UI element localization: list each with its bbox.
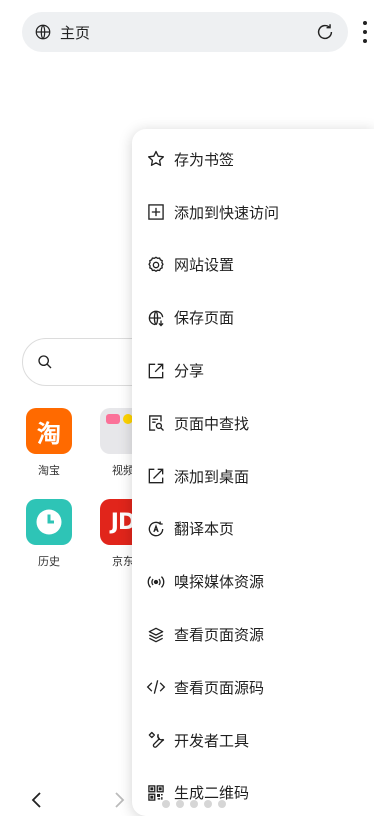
menu-item-developer-tools[interactable]: 开发者工具 — [132, 714, 374, 767]
menu-item-sniff-media[interactable]: 嗅探媒体资源 — [132, 555, 374, 608]
overflow-menu: 存为书签 添加到快速访问 网站设置 保存页面 分享 页面中查找 添加到桌面 翻译… — [132, 129, 374, 816]
globe-download-icon — [146, 308, 166, 328]
gear-icon — [146, 255, 166, 275]
page-title: 主页 — [60, 23, 91, 42]
forward-arrow-icon[interactable] — [112, 790, 126, 810]
menu-item-add-quick-access[interactable]: 添加到快速访问 — [132, 186, 374, 239]
code-icon — [146, 677, 166, 697]
globe-icon — [35, 24, 51, 40]
menu-item-translate[interactable]: 翻译本页 — [132, 503, 374, 556]
more-menu-button[interactable] — [360, 18, 370, 46]
translate-icon — [146, 519, 166, 539]
share-icon — [146, 361, 166, 381]
wrench-icon — [146, 730, 166, 750]
menu-item-view-source[interactable]: 查看页面源码 — [132, 661, 374, 714]
menu-item-view-resources[interactable]: 查看页面资源 — [132, 608, 374, 661]
menu-item-add-to-desktop[interactable]: 添加到桌面 — [132, 450, 374, 503]
reload-icon[interactable] — [314, 21, 336, 43]
star-icon — [146, 149, 166, 169]
back-arrow-icon[interactable] — [30, 790, 44, 810]
clock-icon — [26, 499, 72, 545]
shortcut-label: 历史 — [38, 555, 60, 568]
shortcut-history[interactable]: 历史 — [19, 499, 79, 569]
address-bar[interactable]: 主页 — [22, 12, 348, 52]
shortcut-taobao[interactable]: 淘 淘宝 — [19, 408, 79, 478]
plus-square-icon — [146, 202, 166, 222]
homepage-pager-dots — [162, 800, 226, 808]
menu-item-save-page[interactable]: 保存页面 — [132, 291, 374, 344]
sniff-media-icon — [146, 572, 166, 592]
menu-item-site-settings[interactable]: 网站设置 — [132, 239, 374, 292]
menu-item-find-in-page[interactable]: 页面中查找 — [132, 397, 374, 450]
search-icon — [38, 355, 52, 369]
taobao-logo: 淘 — [26, 408, 72, 454]
menu-item-bookmark[interactable]: 存为书签 — [132, 133, 374, 186]
layers-icon — [146, 625, 166, 645]
add-to-desktop-icon — [146, 466, 166, 486]
shortcut-label: 淘宝 — [38, 464, 60, 477]
find-in-page-icon — [146, 413, 166, 433]
menu-item-share[interactable]: 分享 — [132, 344, 374, 397]
menu-item-qr-code[interactable]: 生成二维码 — [132, 767, 374, 816]
